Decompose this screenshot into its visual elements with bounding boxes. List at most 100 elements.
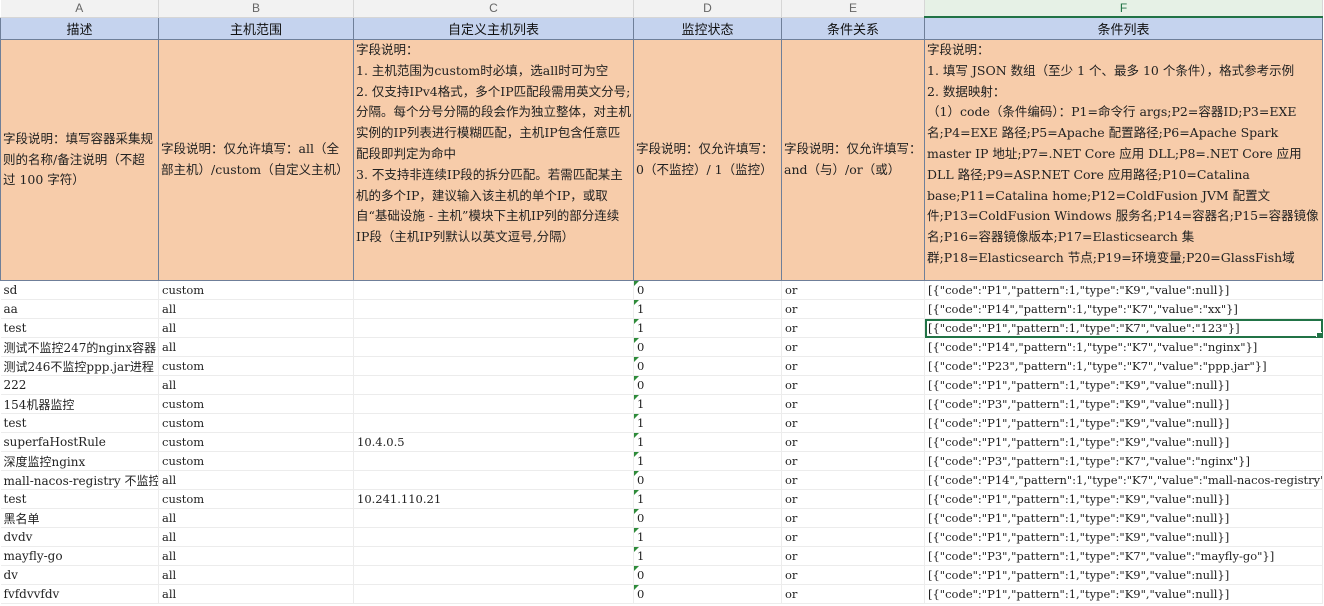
cell-a[interactable]: dvdv bbox=[0, 527, 159, 547]
cell-f[interactable]: [{"code":"P1","pattern":1,"type":"K9","v… bbox=[924, 565, 1323, 585]
cell-a[interactable]: test bbox=[0, 413, 159, 433]
desc-cell-c[interactable]: 字段说明： 1. 主机范围为custom时必填，选all时可为空 2. 仅支持I… bbox=[353, 39, 634, 281]
cell-f[interactable]: [{"code":"P3","pattern":1,"type":"K7","v… bbox=[924, 546, 1323, 566]
cell-b[interactable]: all bbox=[158, 470, 354, 490]
cell-a[interactable]: test bbox=[0, 489, 159, 509]
cell-c[interactable] bbox=[353, 584, 634, 604]
cell-a[interactable]: fvfdvvfdv bbox=[0, 584, 159, 604]
cell-b[interactable]: custom bbox=[158, 413, 354, 433]
cell-f[interactable]: [{"code":"P23","pattern":1,"type":"K7","… bbox=[924, 356, 1323, 376]
cell-c[interactable] bbox=[353, 451, 634, 471]
column-letter-d[interactable]: D bbox=[633, 0, 782, 18]
column-letter-a[interactable]: A bbox=[0, 0, 159, 18]
cell-a[interactable]: aa bbox=[0, 299, 159, 319]
cell-a[interactable]: mayfly-go bbox=[0, 546, 159, 566]
cell-f[interactable]: [{"code":"P1","pattern":1,"type":"K9","v… bbox=[924, 280, 1323, 300]
cell-d[interactable]: 1 bbox=[633, 527, 782, 547]
cell-e[interactable]: or bbox=[781, 527, 925, 547]
cell-c[interactable] bbox=[353, 337, 634, 357]
cell-b[interactable]: custom bbox=[158, 356, 354, 376]
cell-e[interactable]: or bbox=[781, 280, 925, 300]
column-letter-e[interactable]: E bbox=[781, 0, 925, 18]
cell-d[interactable]: 0 bbox=[633, 584, 782, 604]
cell-d[interactable]: 0 bbox=[633, 356, 782, 376]
cell-e[interactable]: or bbox=[781, 584, 925, 604]
cell-c[interactable]: 10.4.0.5 bbox=[353, 432, 634, 452]
cell-d[interactable]: 1 bbox=[633, 489, 782, 509]
header-cell-condition-list[interactable]: 条件列表 bbox=[924, 16, 1323, 40]
cell-f[interactable]: [{"code":"P1","pattern":1,"type":"K9","v… bbox=[924, 489, 1323, 509]
cell-d[interactable]: 0 bbox=[633, 337, 782, 357]
cell-e[interactable]: or bbox=[781, 451, 925, 471]
cell-c[interactable] bbox=[353, 394, 634, 414]
cell-d[interactable]: 0 bbox=[633, 508, 782, 528]
cell-c[interactable] bbox=[353, 470, 634, 490]
cell-c[interactable] bbox=[353, 318, 634, 338]
cell-e[interactable]: or bbox=[781, 318, 925, 338]
cell-a[interactable]: 222 bbox=[0, 375, 159, 395]
cell-d[interactable]: 1 bbox=[633, 546, 782, 566]
cell-b[interactable]: custom bbox=[158, 489, 354, 509]
cell-f[interactable]: [{"code":"P1","pattern":1,"type":"K9","v… bbox=[924, 413, 1323, 433]
column-letter-c[interactable]: C bbox=[353, 0, 634, 18]
cell-f[interactable]: [{"code":"P1","pattern":1,"type":"K9","v… bbox=[924, 375, 1323, 395]
cell-a[interactable]: 深度监控nginx bbox=[0, 451, 159, 471]
header-cell-condition-relation[interactable]: 条件关系 bbox=[781, 16, 925, 40]
cell-a[interactable]: 154机器监控 bbox=[0, 394, 159, 414]
cell-e[interactable]: or bbox=[781, 356, 925, 376]
cell-d[interactable]: 1 bbox=[633, 413, 782, 433]
desc-cell-d[interactable]: 字段说明：仅允许填写：0（不监控）/ 1（监控） bbox=[633, 39, 782, 281]
column-letter-b[interactable]: B bbox=[158, 0, 354, 18]
cell-d[interactable]: 0 bbox=[633, 280, 782, 300]
cell-e[interactable]: or bbox=[781, 546, 925, 566]
cell-a[interactable]: test bbox=[0, 318, 159, 338]
desc-cell-f[interactable]: 字段说明： 1. 填写 JSON 数组（至少 1 个、最多 10 个条件），格式… bbox=[924, 39, 1323, 281]
cell-f[interactable]: [{"code":"P1","pattern":1,"type":"K9","v… bbox=[924, 508, 1323, 528]
cell-b[interactable]: custom bbox=[158, 394, 354, 414]
column-letter-f[interactable]: F bbox=[924, 0, 1323, 18]
cell-d[interactable]: 1 bbox=[633, 299, 782, 319]
cell-c[interactable] bbox=[353, 299, 634, 319]
cell-f[interactable]: [{"code":"P1","pattern":1,"type":"K7","v… bbox=[924, 318, 1323, 338]
desc-cell-a[interactable]: 字段说明：填写容器采集规则的名称/备注说明（不超过 100 字符） bbox=[0, 39, 159, 281]
cell-b[interactable]: custom bbox=[158, 280, 354, 300]
cell-d[interactable]: 0 bbox=[633, 565, 782, 585]
cell-a[interactable]: superfaHostRule bbox=[0, 432, 159, 452]
cell-c[interactable] bbox=[353, 356, 634, 376]
cell-b[interactable]: custom bbox=[158, 451, 354, 471]
cell-e[interactable]: or bbox=[781, 299, 925, 319]
cell-d[interactable]: 1 bbox=[633, 318, 782, 338]
cell-c[interactable] bbox=[353, 375, 634, 395]
cell-c[interactable] bbox=[353, 508, 634, 528]
cell-f[interactable]: [{"code":"P14","pattern":1,"type":"K7","… bbox=[924, 337, 1323, 357]
desc-cell-b[interactable]: 字段说明：仅允许填写：all（全部主机）/custom（自定义主机） bbox=[158, 39, 354, 281]
cell-d[interactable]: 1 bbox=[633, 451, 782, 471]
cell-d[interactable]: 0 bbox=[633, 375, 782, 395]
cell-e[interactable]: or bbox=[781, 337, 925, 357]
cell-f[interactable]: [{"code":"P1","pattern":1,"type":"K9","v… bbox=[924, 527, 1323, 547]
cell-f[interactable]: [{"code":"P1","pattern":1,"type":"K9","v… bbox=[924, 432, 1323, 452]
cell-c[interactable] bbox=[353, 565, 634, 585]
cell-b[interactable]: all bbox=[158, 337, 354, 357]
cell-b[interactable]: all bbox=[158, 546, 354, 566]
header-cell-host-scope[interactable]: 主机范围 bbox=[158, 16, 354, 40]
cell-f[interactable]: [{"code":"P14","pattern":1,"type":"K7","… bbox=[924, 299, 1323, 319]
cell-a[interactable]: sd bbox=[0, 280, 159, 300]
cell-c[interactable] bbox=[353, 546, 634, 566]
cell-f[interactable]: [{"code":"P1","pattern":1,"type":"K9","v… bbox=[924, 584, 1323, 604]
cell-f[interactable]: [{"code":"P3","pattern":1,"type":"K7","v… bbox=[924, 451, 1323, 471]
header-cell-description[interactable]: 描述 bbox=[0, 16, 159, 40]
cell-e[interactable]: or bbox=[781, 432, 925, 452]
cell-e[interactable]: or bbox=[781, 489, 925, 509]
desc-cell-e[interactable]: 字段说明：仅允许填写：and（与）/or（或） bbox=[781, 39, 925, 281]
cell-a[interactable]: 测试246不监控ppp.jar进程 bbox=[0, 356, 159, 376]
cell-a[interactable]: 测试不监控247的nginx容器 bbox=[0, 337, 159, 357]
cell-e[interactable]: or bbox=[781, 394, 925, 414]
header-cell-monitor-status[interactable]: 监控状态 bbox=[633, 16, 782, 40]
cell-f[interactable]: [{"code":"P14","pattern":1,"type":"K7","… bbox=[924, 470, 1323, 490]
cell-d[interactable]: 1 bbox=[633, 394, 782, 414]
cell-d[interactable]: 1 bbox=[633, 432, 782, 452]
cell-d[interactable]: 0 bbox=[633, 470, 782, 490]
cell-e[interactable]: or bbox=[781, 375, 925, 395]
cell-e[interactable]: or bbox=[781, 470, 925, 490]
